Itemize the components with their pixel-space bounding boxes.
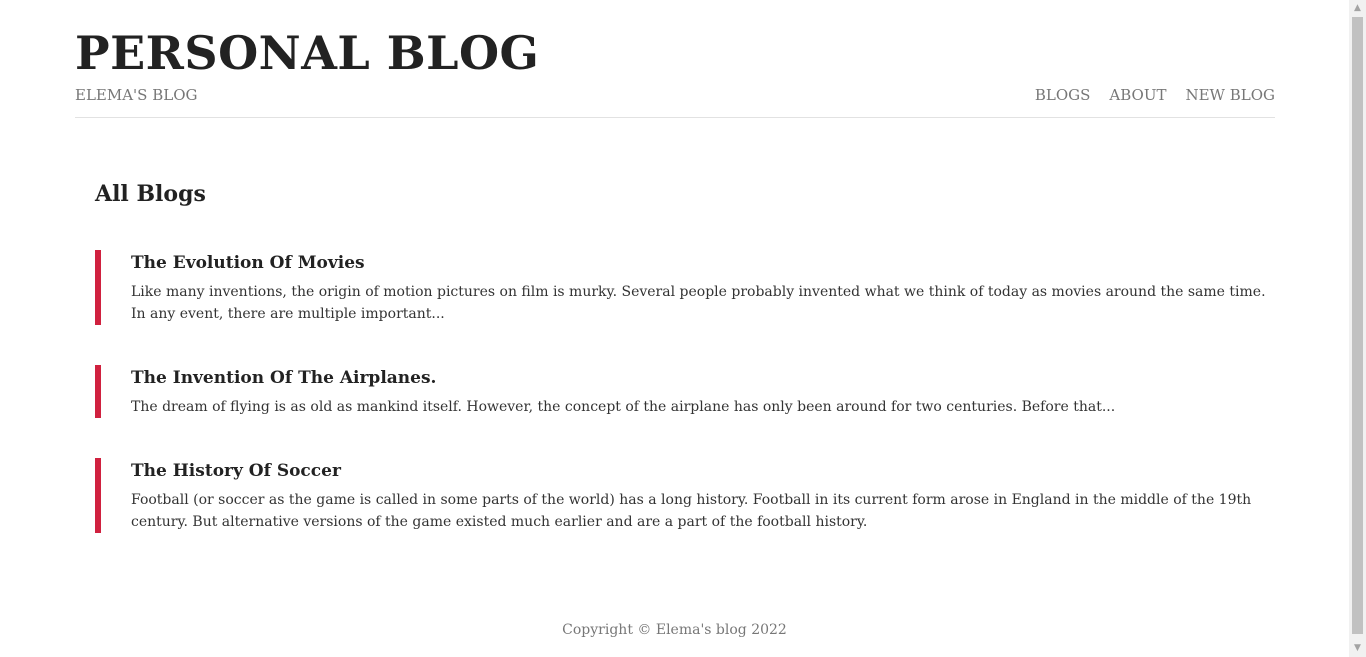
vertical-scrollbar[interactable]: ▲ ▼ [1349, 0, 1366, 657]
nav-item-blogs[interactable]: BLOGS [1035, 85, 1091, 105]
blog-excerpt: Like many inventions, the origin of moti… [131, 284, 1266, 322]
site-footer: Copyright © Elema's blog 2022 [0, 620, 1349, 640]
blog-title[interactable]: The History Of Soccer [131, 458, 1267, 484]
main-content: All Blogs The Evolution Of Movies Like m… [95, 178, 1267, 573]
site-header: PERSONAL BLOG ELEMA'S BLOG BLOGS ABOUT N… [75, 0, 1275, 118]
blog-title[interactable]: The Evolution Of Movies [131, 250, 1267, 276]
scroll-down-arrow-icon[interactable]: ▼ [1349, 640, 1366, 657]
scroll-up-arrow-icon[interactable]: ▲ [1349, 0, 1366, 17]
blog-title[interactable]: The Invention Of The Airplanes. [131, 365, 1267, 391]
blog-excerpt: Football (or soccer as the game is calle… [131, 492, 1252, 530]
blog-card[interactable]: The History Of Soccer Football (or socce… [95, 458, 1267, 533]
blog-card[interactable]: The Evolution Of Movies Like many invent… [95, 250, 1267, 325]
copyright-text: Copyright © Elema's blog 2022 [562, 622, 787, 638]
main-nav: BLOGS ABOUT NEW BLOG [1035, 85, 1275, 105]
page-heading: All Blogs [95, 181, 206, 207]
nav-item-about[interactable]: ABOUT [1109, 85, 1166, 105]
blog-excerpt: The dream of flying is as old as mankind… [131, 399, 1116, 415]
scrollbar-thumb[interactable] [1352, 17, 1363, 634]
site-subtitle: ELEMA'S BLOG [75, 86, 198, 104]
site-title[interactable]: PERSONAL BLOG [75, 24, 539, 82]
page: PERSONAL BLOG ELEMA'S BLOG BLOGS ABOUT N… [0, 0, 1349, 657]
blog-card[interactable]: The Invention Of The Airplanes. The drea… [95, 365, 1267, 418]
nav-item-new-blog[interactable]: NEW BLOG [1185, 85, 1275, 105]
blog-list: The Evolution Of Movies Like many invent… [95, 250, 1267, 533]
